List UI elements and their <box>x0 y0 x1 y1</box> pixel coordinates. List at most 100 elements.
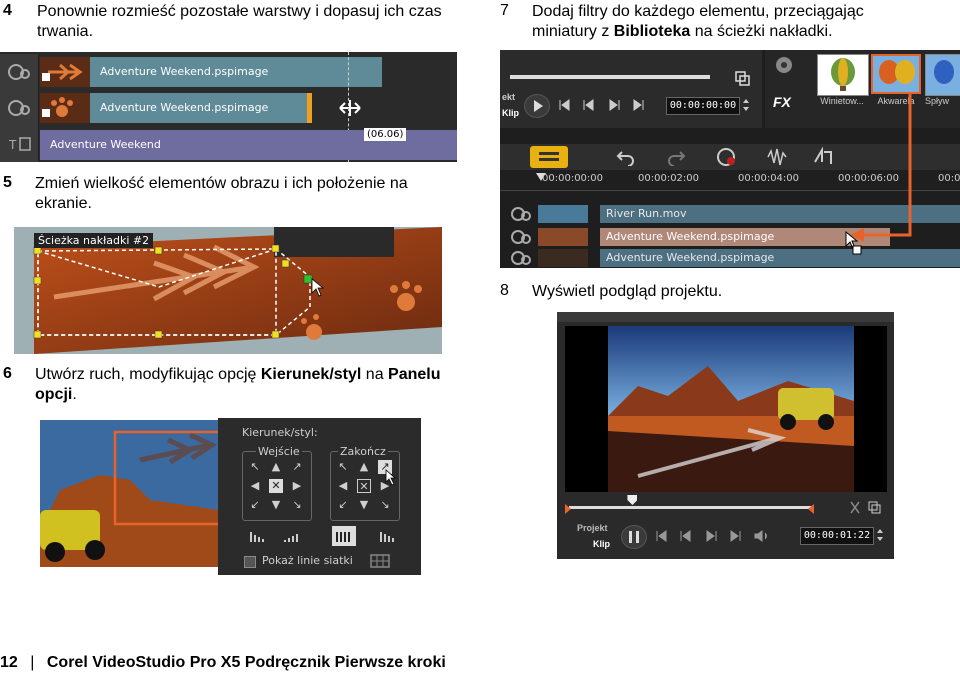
direction-style-title: Kierunek/styl: <box>242 426 318 439</box>
step-number: 5 <box>3 174 12 191</box>
thumbnail-label: Spływ <box>925 96 950 106</box>
balloon-icon <box>831 58 855 91</box>
footer-title: Corel VideoStudio Pro X5 Podręcznik Pier… <box>46 654 446 671</box>
arrow-down-right-icon[interactable]: ↘ <box>290 498 304 512</box>
auto-music-icon[interactable] <box>812 147 834 167</box>
scrubber-bar[interactable] <box>510 75 710 79</box>
video-frame <box>608 326 854 492</box>
exit-label: Zakończ <box>338 445 388 458</box>
pause-icon <box>629 531 639 543</box>
timecode-stepper-icon[interactable] <box>875 526 885 544</box>
film-icon <box>511 230 531 244</box>
grid-lines-label: Pokaż linie siatki <box>262 554 353 567</box>
mode-project[interactable]: Projekt <box>577 523 608 533</box>
play-button[interactable] <box>524 94 550 118</box>
timecode-stepper-icon[interactable] <box>741 96 751 114</box>
clip-thumbnail <box>538 228 588 246</box>
storyboard-view-button[interactable] <box>530 146 568 168</box>
cut-copy-icons[interactable] <box>847 499 887 517</box>
no-motion-selected-icon[interactable]: ✕ <box>269 479 283 493</box>
pause-in-icon[interactable] <box>248 528 270 544</box>
timecode-display[interactable]: 00:00:00:00 <box>666 97 740 115</box>
window-grip[interactable] <box>557 312 894 322</box>
fade-in-icon[interactable] <box>282 528 304 544</box>
transport-icons[interactable] <box>655 529 775 543</box>
player-controls: ekt Klip 00:00:00:00 <box>500 50 762 128</box>
timeline-view-icon <box>539 152 559 161</box>
arrow-up-left-icon[interactable]: ↖ <box>248 460 262 474</box>
film-icon <box>511 207 531 221</box>
transport-icons[interactable] <box>558 98 658 112</box>
step-number: 6 <box>3 365 12 382</box>
grid-lines-checkbox[interactable] <box>244 556 256 568</box>
copy-icon[interactable] <box>734 70 750 86</box>
title-track: T Adventure Weekend (06.06) <box>0 126 457 162</box>
redo-icon[interactable] <box>666 148 686 166</box>
track-header <box>0 54 39 90</box>
mode-clip[interactable]: Klip <box>593 539 610 549</box>
timeline-clip[interactable]: Adventure Weekend.pspimage <box>90 93 312 123</box>
step-text: Ponownie rozmieść pozostałe warstwy i do… <box>37 3 442 40</box>
scrubber-thumb[interactable] <box>627 495 638 505</box>
arrow-icon <box>42 63 83 81</box>
arrow-down-icon[interactable]: ▼ <box>269 498 283 512</box>
arrow-up-icon[interactable]: ▲ <box>357 460 371 474</box>
timeline-panel: Adventure Weekend.pspimage Adventure Wee… <box>0 52 457 162</box>
arrow-down-left-icon[interactable]: ↙ <box>248 498 262 512</box>
overlay-track: Adventure Weekend.pspimage <box>0 54 457 90</box>
filter-thumbnail-selected[interactable] <box>871 54 921 94</box>
balloon-icon <box>934 60 954 84</box>
motion-preview-image <box>40 420 218 567</box>
clip-thumbnail <box>40 57 90 87</box>
ruler-tick: 00:0 <box>938 173 960 184</box>
clip-thumbnail <box>40 93 90 123</box>
pause-button[interactable] <box>621 525 647 549</box>
arrow-down-left-icon[interactable]: ↙ <box>336 498 350 512</box>
mode-project[interactable]: ekt <box>502 92 515 102</box>
footer-separator: | <box>30 654 35 671</box>
arrow-down-right-icon[interactable]: ↘ <box>378 498 392 512</box>
timecode-display[interactable]: 00:00:01:22 <box>800 527 874 545</box>
grid-options-icon[interactable] <box>368 552 394 570</box>
preview-window: Projekt Klip 00:00:01:22 <box>557 312 894 559</box>
title-track-icon: T <box>8 137 31 152</box>
scrubber[interactable] <box>565 495 887 516</box>
no-motion-icon[interactable]: ✕ <box>357 479 371 493</box>
overlay-track: Adventure Weekend.pspimage <box>500 248 960 268</box>
svg-text:T: T <box>8 138 17 152</box>
editor-panel: ekt Klip 00:00:00:00 FX Winietow... Akwa… <box>500 50 960 268</box>
trim-out-marker[interactable] <box>808 504 814 514</box>
overlay-track-label: Ścieżka nakładki #2 <box>34 233 154 248</box>
arrow-left-icon[interactable]: ◀ <box>336 479 350 493</box>
audio-mixer-icon[interactable] <box>766 147 788 167</box>
track-header <box>0 90 39 126</box>
arrow-up-left-icon[interactable]: ↖ <box>336 460 350 474</box>
step-text: Zmień wielkość elementów obrazu i ich po… <box>35 175 408 212</box>
record-icon[interactable] <box>716 147 738 167</box>
clip-thumbnail <box>538 249 588 267</box>
timeline-clip[interactable]: Adventure Weekend.pspimage <box>600 249 960 267</box>
undo-icon[interactable] <box>616 148 636 166</box>
drag-arrow-icon <box>850 92 912 242</box>
ruler-tick: 00:00:04:00 <box>738 173 800 184</box>
fx-button[interactable]: FX <box>773 94 791 110</box>
paw-icon <box>42 97 73 117</box>
film-icon <box>8 100 30 116</box>
fade-out-icon[interactable] <box>378 528 400 544</box>
library-icon[interactable] <box>773 54 795 76</box>
arrow-down-icon[interactable]: ▼ <box>357 498 371 512</box>
arrow-right-icon[interactable]: ▶ <box>290 479 304 493</box>
filter-thumbnail[interactable] <box>925 54 960 96</box>
pause-selected-icon[interactable] <box>332 526 356 546</box>
step-text-part: Utwórz ruch, modyfikując opcję <box>35 366 261 383</box>
arrow-up-right-icon[interactable]: ↗ <box>290 460 304 474</box>
timeline-clip[interactable]: Adventure Weekend.pspimage <box>90 57 382 87</box>
page-footer: 12 | Corel VideoStudio Pro X5 Podręcznik… <box>0 654 446 672</box>
step-text: Wyświetl podgląd projektu. <box>532 283 723 300</box>
arrow-left-icon[interactable]: ◀ <box>248 479 262 493</box>
mode-clip[interactable]: Klip <box>502 108 519 118</box>
step-text-bold: Biblioteka <box>613 23 691 40</box>
trim-in-marker[interactable] <box>565 504 571 514</box>
arrow-up-icon[interactable]: ▲ <box>269 460 283 474</box>
page-number: 12 <box>0 654 18 671</box>
